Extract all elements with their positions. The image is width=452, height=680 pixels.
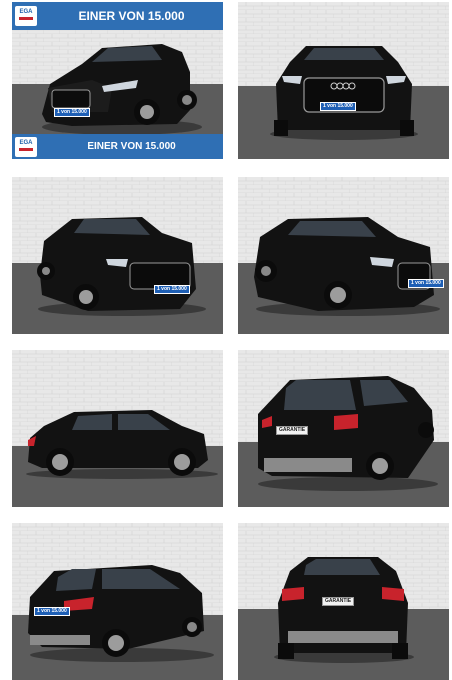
gallery-photo-7[interactable]: 1 von 15.000 (12, 523, 223, 680)
car-photo-front (238, 2, 449, 159)
gallery-photo-4[interactable]: 1 von 15.000 (238, 177, 449, 334)
gallery-photo-3[interactable]: 1 von 15.000 (12, 177, 223, 334)
car-photo-front-right-angle (238, 177, 449, 334)
license-plate: 1 von 15.000 (154, 285, 190, 294)
ega-logo: EGA (15, 6, 37, 26)
ega-logo: EGA (15, 137, 37, 157)
gallery-photo-1[interactable]: EGA EINER VON 15.000 1 von 15.000 EGA EI… (12, 2, 223, 159)
gallery-photo-6[interactable]: GARANTIE (238, 350, 449, 507)
guarantee-plate: GARANTIE (322, 597, 355, 606)
license-plate: 1 von 15.000 (34, 607, 70, 616)
license-plate: 1 von 15.000 (320, 102, 356, 111)
promo-banner-top-text: EINER VON 15.000 (78, 9, 185, 23)
car-photo-side (12, 350, 223, 507)
car-photo-rear-left (12, 523, 223, 680)
guarantee-plate: GARANTIE (276, 426, 309, 435)
photo-gallery-grid: EGA EINER VON 15.000 1 von 15.000 EGA EI… (0, 0, 452, 680)
promo-banner-top: EGA EINER VON 15.000 (12, 2, 223, 30)
promo-banner-bottom: EGA EINER VON 15.000 (12, 134, 223, 159)
license-plate: 1 von 15.000 (408, 279, 444, 288)
gallery-photo-8[interactable]: GARANTIE (238, 523, 449, 680)
car-photo-rear-right (238, 350, 449, 507)
license-plate: 1 von 15.000 (54, 108, 90, 117)
promo-banner-bottom-text: EINER VON 15.000 (87, 141, 176, 152)
gallery-photo-2[interactable]: 1 von 15.000 (238, 2, 449, 159)
car-photo-front-left-angle (12, 177, 223, 334)
gallery-photo-5[interactable] (12, 350, 223, 507)
